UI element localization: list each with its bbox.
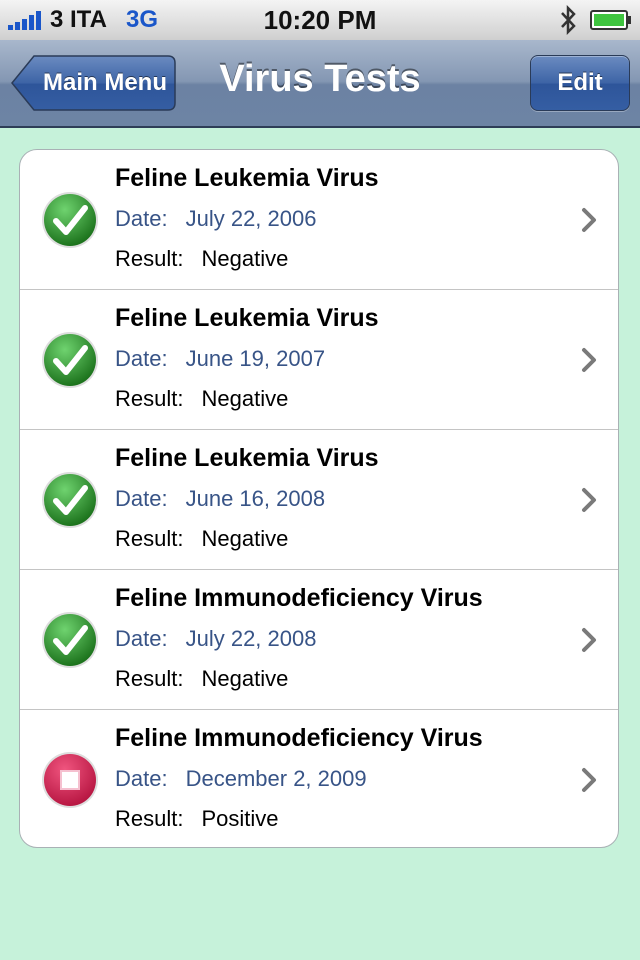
chevron-right-icon: [582, 348, 596, 372]
test-result-line: Result: Positive: [115, 806, 279, 832]
check-icon: [42, 332, 98, 388]
test-result: Negative: [201, 666, 289, 691]
test-date-line: Date: December 2, 2009: [115, 766, 367, 792]
test-result: Positive: [201, 806, 279, 831]
test-date: July 22, 2006: [185, 206, 317, 231]
test-result-line: Result: Negative: [115, 526, 288, 552]
test-date: June 16, 2008: [185, 486, 326, 511]
test-date: June 19, 2007: [185, 346, 326, 371]
test-result-line: Result: Negative: [115, 386, 288, 412]
check-icon: [42, 472, 98, 528]
edit-button[interactable]: Edit: [530, 55, 630, 111]
test-row[interactable]: Feline Leukemia Virus Date: June 19, 2007…: [20, 290, 618, 430]
test-result: Negative: [201, 246, 289, 271]
test-row[interactable]: Feline Leukemia Virus Date: July 22, 2006…: [20, 150, 618, 290]
chevron-right-icon: [582, 628, 596, 652]
result-label: Result:: [115, 806, 184, 831]
test-date: December 2, 2009: [185, 766, 367, 791]
check-icon: [42, 192, 98, 248]
stop-icon: [42, 752, 98, 808]
test-name: Feline Leukemia Virus: [115, 304, 379, 332]
test-name: Feline Immunodeficiency Virus: [115, 724, 483, 752]
result-label: Result:: [115, 666, 184, 691]
bluetooth-icon: [561, 5, 576, 35]
date-label: Date:: [115, 626, 168, 651]
check-icon: [42, 612, 98, 668]
navigation-bar: Main Menu Virus Tests Edit: [0, 40, 640, 128]
result-label: Result:: [115, 246, 184, 271]
chevron-right-icon: [582, 208, 596, 232]
date-label: Date:: [115, 486, 168, 511]
test-date-line: Date: July 22, 2008: [115, 626, 316, 652]
test-row[interactable]: Feline Leukemia Virus Date: June 16, 2008…: [20, 430, 618, 570]
chevron-right-icon: [582, 768, 596, 792]
test-name: Feline Immunodeficiency Virus: [115, 584, 483, 612]
date-label: Date:: [115, 346, 168, 371]
result-label: Result:: [115, 526, 184, 551]
test-result-line: Result: Negative: [115, 666, 288, 692]
battery-icon: [590, 10, 631, 30]
test-result: Negative: [201, 386, 289, 411]
test-result-line: Result: Negative: [115, 246, 288, 272]
test-result: Negative: [201, 526, 289, 551]
chevron-right-icon: [582, 488, 596, 512]
date-label: Date:: [115, 766, 168, 791]
status-bar: 3 ITA 3G 10:20 PM: [0, 0, 640, 41]
clock: 10:20 PM: [263, 5, 377, 35]
test-date-line: Date: June 19, 2007: [115, 346, 325, 372]
date-label: Date:: [115, 206, 168, 231]
test-date: July 22, 2008: [185, 626, 317, 651]
test-row[interactable]: Feline Immunodeficiency Virus Date: Decem…: [20, 710, 618, 847]
virus-tests-list: Feline Leukemia Virus Date: July 22, 2006…: [19, 149, 619, 848]
test-row[interactable]: Feline Immunodeficiency Virus Date: July …: [20, 570, 618, 710]
test-date-line: Date: July 22, 2006: [115, 206, 316, 232]
test-name: Feline Leukemia Virus: [115, 164, 379, 192]
result-label: Result:: [115, 386, 184, 411]
test-date-line: Date: June 16, 2008: [115, 486, 325, 512]
test-name: Feline Leukemia Virus: [115, 444, 379, 472]
